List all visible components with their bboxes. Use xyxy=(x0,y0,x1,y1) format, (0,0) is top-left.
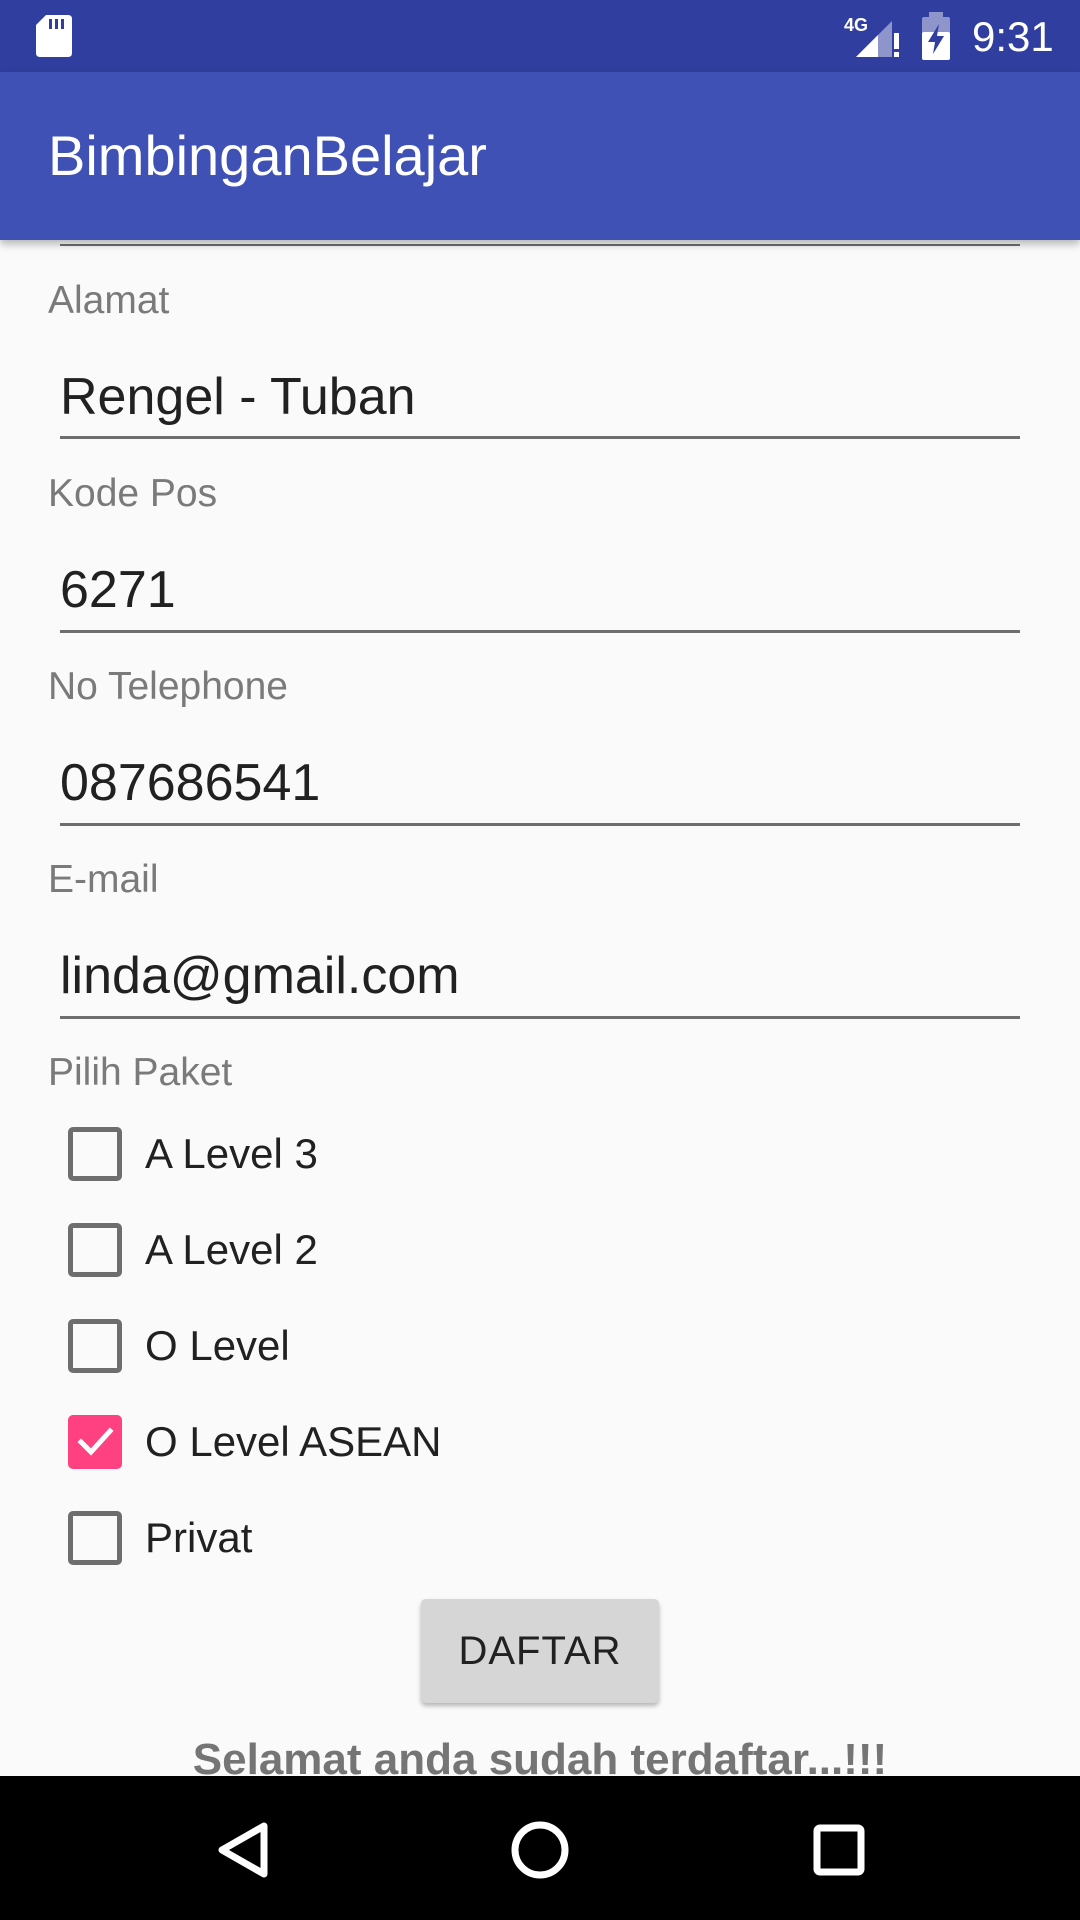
checkbox-o-level-asean[interactable]: O Level ASEAN xyxy=(54,1397,554,1477)
address-field-underline xyxy=(60,436,1020,439)
package-label: Pilih Paket xyxy=(48,1051,233,1094)
checkbox-label[interactable]: Privat xyxy=(145,1513,252,1563)
checkbox-box[interactable] xyxy=(68,1127,122,1181)
address-label: Alamat xyxy=(48,279,170,322)
checkbox-a-level-3[interactable]: A Level 3 xyxy=(54,1109,554,1189)
sd-card-icon xyxy=(36,15,72,57)
email-field-underline xyxy=(60,1016,1020,1019)
home-icon[interactable] xyxy=(490,1798,590,1898)
back-icon[interactable] xyxy=(192,1798,292,1898)
checkbox-a-level-2[interactable]: A Level 2 xyxy=(54,1205,554,1285)
checkmark-icon xyxy=(77,1427,114,1456)
signal-4g-icon: 4G xyxy=(844,15,899,57)
checkbox-o-level[interactable]: O Level xyxy=(54,1301,554,1381)
previous-field-underline xyxy=(60,244,1020,246)
phone-field[interactable] xyxy=(60,752,1020,814)
email-label: E-mail xyxy=(48,858,159,901)
checkbox-box[interactable] xyxy=(68,1223,122,1277)
navigation-bar xyxy=(0,1776,1080,1920)
email-field[interactable] xyxy=(60,945,1020,1007)
checkbox-label[interactable]: A Level 2 xyxy=(145,1225,318,1275)
app-bar: BimbinganBelajar xyxy=(0,72,1080,240)
checkbox-box[interactable] xyxy=(68,1511,122,1565)
checkbox-privat[interactable]: Privat xyxy=(54,1493,554,1573)
checkbox-box-checked[interactable] xyxy=(68,1415,122,1469)
checkbox-label[interactable]: O Level xyxy=(145,1321,290,1371)
checkbox-box[interactable] xyxy=(68,1319,122,1373)
register-button[interactable]: DAFTAR xyxy=(421,1599,659,1703)
app-title: BimbinganBelajar xyxy=(48,124,487,187)
postal-code-label: Kode Pos xyxy=(48,472,218,515)
phone-field-underline xyxy=(60,823,1020,826)
postal-code-field[interactable] xyxy=(60,559,1020,621)
network-badge: 4G xyxy=(844,15,868,35)
postal-code-field-underline xyxy=(60,630,1020,633)
phone-label: No Telephone xyxy=(48,665,288,708)
address-field[interactable] xyxy=(60,366,1020,428)
battery-charging-icon xyxy=(922,12,950,60)
status-bar: 4G 9:31 xyxy=(0,0,1080,72)
registration-form[interactable]: Alamat Kode Pos No Telephone E-mail Pili… xyxy=(0,240,1080,1776)
recents-icon[interactable] xyxy=(790,1798,890,1898)
success-message: Selamat anda sudah terdaftar...!!! xyxy=(192,1735,888,1776)
status-clock: 9:31 xyxy=(972,13,1054,60)
checkbox-label[interactable]: O Level ASEAN xyxy=(145,1417,441,1467)
checkbox-label[interactable]: A Level 3 xyxy=(145,1129,318,1179)
